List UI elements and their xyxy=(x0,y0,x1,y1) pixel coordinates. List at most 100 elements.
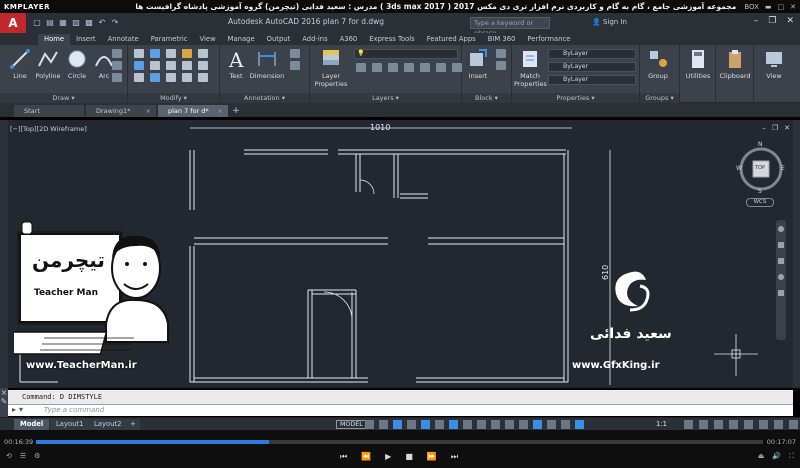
viewport-restore-icon[interactable]: ❐ xyxy=(772,124,778,132)
file-tab-plan7[interactable]: plan 7 for d* × xyxy=(158,105,228,117)
fullscreen-icon[interactable]: ⛶ xyxy=(789,452,794,461)
groups-panel-label[interactable]: Groups ▾ xyxy=(640,93,679,103)
units-icon[interactable] xyxy=(714,420,723,429)
color-dropdown[interactable]: ByLayer xyxy=(548,49,636,59)
command-line-grip[interactable]: × ✎ xyxy=(0,388,8,418)
tab-express-tools[interactable]: Express Tools xyxy=(363,34,420,45)
chamfer-icon[interactable] xyxy=(198,73,208,82)
block-panel-label[interactable]: Block ▾ xyxy=(462,93,511,103)
layer-freeze-icon[interactable] xyxy=(388,63,398,72)
forward-icon[interactable]: ⏩ xyxy=(427,452,437,462)
previous-icon[interactable]: ⏮ xyxy=(340,452,347,462)
maximize-icon[interactable]: □ xyxy=(778,3,785,11)
clean-screen-icon[interactable] xyxy=(789,420,798,429)
playlist-icon[interactable]: ☰ xyxy=(20,452,26,460)
insert-tool[interactable]: Insert xyxy=(462,48,494,80)
layer-match-icon[interactable] xyxy=(436,63,446,72)
tab-insert[interactable]: Insert xyxy=(70,34,102,45)
ortho-icon[interactable] xyxy=(393,420,402,429)
erase-icon[interactable] xyxy=(182,49,192,58)
open-icon[interactable]: ▤ xyxy=(45,18,55,28)
play-icon[interactable]: ▶ xyxy=(385,452,391,462)
draw-panel-label[interactable]: Draw ▾ xyxy=(0,93,127,103)
layer-off-icon[interactable] xyxy=(356,63,366,72)
settings-icon[interactable]: ⚙ xyxy=(34,452,40,460)
offset-icon[interactable] xyxy=(182,61,192,70)
grid-icon[interactable] xyxy=(365,420,374,429)
wcs-menu[interactable]: WCS xyxy=(746,198,774,207)
transparency-icon[interactable] xyxy=(477,420,486,429)
volume-icon[interactable]: 🔊 xyxy=(772,452,781,461)
tab-model[interactable]: Model xyxy=(14,419,50,430)
tab-home[interactable]: Home xyxy=(38,34,71,45)
layer-lock-icon[interactable] xyxy=(404,63,414,72)
leader-icon[interactable] xyxy=(290,49,300,58)
modify-panel-label[interactable]: Modify ▾ xyxy=(128,93,219,103)
isolate-objects-icon[interactable] xyxy=(759,420,768,429)
tab-performance[interactable]: Performance xyxy=(521,34,576,45)
break-icon[interactable] xyxy=(198,61,208,70)
layer-isolate-icon[interactable] xyxy=(372,63,382,72)
workspace-icon[interactable] xyxy=(684,420,693,429)
acad-restore-icon[interactable]: ❐ xyxy=(768,16,776,26)
undo-icon[interactable]: ↶ xyxy=(97,18,107,28)
lock-ui-icon[interactable] xyxy=(744,420,753,429)
pan-icon[interactable] xyxy=(778,242,784,248)
dynamic-ucs-icon[interactable] xyxy=(505,420,514,429)
sign-in-link[interactable]: 👤 Sign In xyxy=(592,18,627,26)
move-icon[interactable] xyxy=(134,49,144,58)
table-icon[interactable] xyxy=(290,61,300,70)
file-tab-start[interactable]: Start xyxy=(14,105,84,117)
gradient-icon[interactable] xyxy=(112,73,122,82)
tab-layout2[interactable]: Layout2 xyxy=(88,419,128,430)
tab-featured-apps[interactable]: Featured Apps xyxy=(421,34,482,45)
stop-icon[interactable]: ■ xyxy=(405,452,413,462)
drawing-canvas[interactable]: 1010 610 TOP N E S W WCS تیچرمن Teacher … xyxy=(0,120,793,388)
stretch-icon[interactable] xyxy=(134,73,144,82)
box-label[interactable]: BOX xyxy=(744,3,759,11)
viewcube-top-label[interactable]: TOP xyxy=(755,165,765,171)
redo-icon[interactable]: ↷ xyxy=(110,18,120,28)
dimension-tool[interactable]: Dimension xyxy=(248,48,286,80)
close-tab-icon[interactable]: × xyxy=(146,105,151,117)
new-tab-button[interactable]: + xyxy=(230,105,242,117)
hardware-acceleration-icon[interactable] xyxy=(774,420,783,429)
scale-icon[interactable] xyxy=(150,73,160,82)
viewport-controls-label[interactable]: [−][Top][2D Wireframe] xyxy=(10,125,87,133)
annotation-visibility-icon[interactable] xyxy=(547,420,556,429)
viewcube[interactable]: TOP N E S W xyxy=(736,141,786,195)
add-layout-button[interactable]: + xyxy=(126,419,140,430)
tab-parametric[interactable]: Parametric xyxy=(145,34,194,45)
linetype-dropdown[interactable]: ByLayer xyxy=(548,62,636,72)
save-icon[interactable]: ▦ xyxy=(58,18,68,28)
viewport-minimize-icon[interactable]: – xyxy=(762,124,766,132)
view-tool[interactable]: View xyxy=(758,48,790,80)
command-prompt-icon[interactable]: ▸ xyxy=(12,405,16,414)
group-tool[interactable]: Group xyxy=(642,48,674,80)
quick-properties-icon[interactable] xyxy=(729,420,738,429)
rectangle-icon[interactable] xyxy=(112,49,122,58)
new-icon[interactable]: ▢ xyxy=(32,18,42,28)
auto-scale-icon[interactable] xyxy=(561,420,570,429)
trim-icon[interactable] xyxy=(166,49,176,58)
tab-add-ins[interactable]: Add-ins xyxy=(296,34,333,45)
create-block-icon[interactable] xyxy=(496,49,506,58)
hatch-icon[interactable] xyxy=(112,61,122,70)
annotation-monitor-icon[interactable] xyxy=(699,420,708,429)
layer-properties-tool[interactable]: Layer Properties xyxy=(312,48,350,88)
annotation-scale-icon[interactable] xyxy=(575,420,584,429)
tab-bim360[interactable]: BIM 360 xyxy=(482,34,522,45)
tab-view[interactable]: View xyxy=(194,34,222,45)
selection-cycling-icon[interactable] xyxy=(491,420,500,429)
close-icon[interactable]: ✕ xyxy=(790,3,796,11)
file-tab-drawing1[interactable]: Drawing1* × xyxy=(86,105,156,117)
lineweight-icon[interactable] xyxy=(463,420,472,429)
annotation-scale[interactable]: 1:1 xyxy=(656,420,667,428)
application-menu-button[interactable]: A xyxy=(0,13,26,33)
layer-dropdown[interactable]: 💡 xyxy=(354,49,458,59)
polyline-tool[interactable]: Polyline xyxy=(32,48,64,80)
tab-output[interactable]: Output xyxy=(261,34,297,45)
join-icon[interactable] xyxy=(182,73,192,82)
rotate-icon[interactable] xyxy=(150,49,160,58)
tab-a360[interactable]: A360 xyxy=(334,34,364,45)
